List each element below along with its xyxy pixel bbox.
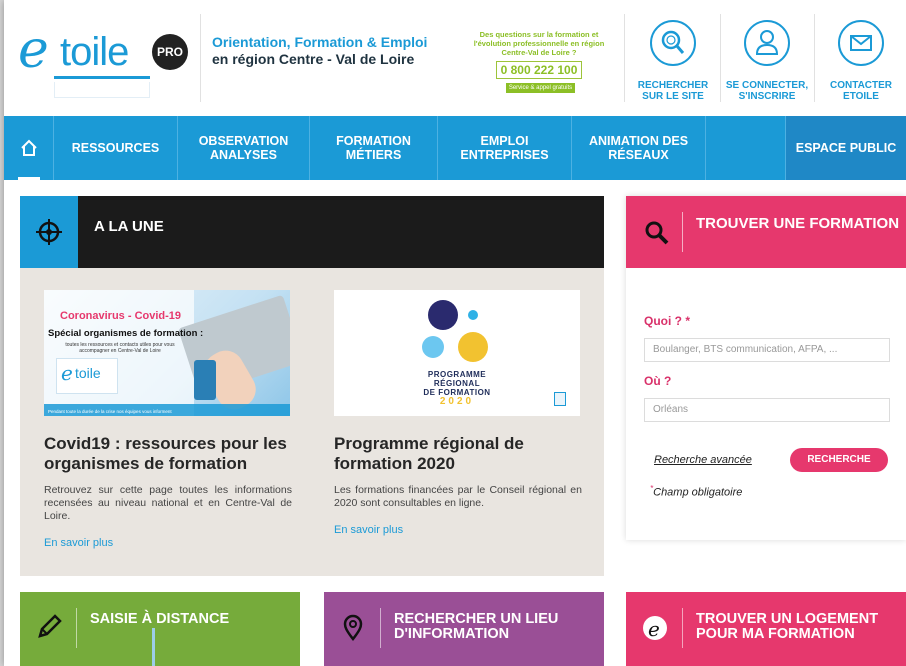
ou-label: Où ?	[644, 374, 672, 388]
login-register-label: SE CONNECTER, S'INSCRIRE	[725, 80, 809, 102]
tile-divider	[380, 608, 381, 648]
etoile-e-icon: e	[643, 616, 667, 641]
tile-saisie-distance[interactable]: SAISIE À DISTANCE	[20, 592, 300, 666]
tile-logement[interactable]: e TROUVER UN LOGEMENT POUR MA FORMATION	[626, 592, 906, 666]
site-header: e toile PRO Orientation, Formation & Emp…	[4, 0, 906, 116]
tagline-line1: Orientation, Formation & Emploi	[212, 34, 428, 50]
advanced-search-link[interactable]: Recherche avancée	[654, 454, 752, 466]
hotline-question: Des questions sur la formation et l'évol…	[473, 30, 605, 57]
hotline-block: Des questions sur la formation et l'évol…	[464, 30, 614, 97]
covid-thumb-logo: e toile	[56, 358, 118, 394]
svg-text:e: e	[648, 617, 660, 641]
covid-thumbnail[interactable]: Coronavirus - Covid-19 Spécial organisme…	[44, 290, 290, 416]
home-icon	[20, 139, 37, 156]
site-tagline: Orientation, Formation & Emploi en régio…	[212, 34, 457, 68]
trouver-formation-panel: TROUVER UNE FORMATION Quoi ? * Boulanger…	[626, 196, 906, 540]
login-register-button[interactable]: SE CONNECTER, S'INSCRIRE	[722, 14, 812, 110]
nav-ressources[interactable]: RESSOURCES	[54, 116, 178, 180]
mandatory-note: *Champ obligatoire	[650, 484, 742, 499]
news-card-covid: Coronavirus - Covid-19 Spécial organisme…	[44, 290, 292, 549]
trouver-formation-header: TROUVER UNE FORMATION	[626, 196, 906, 268]
search-site-button[interactable]: RECHERCHER SUR LE SITE	[628, 14, 718, 110]
header-divider	[814, 14, 815, 102]
logo-underline	[54, 76, 150, 79]
required-mark: *	[685, 314, 691, 328]
nav-formation[interactable]: FORMATION MÉTIERS	[310, 116, 438, 180]
covid-thumb-small: toutes les ressources et contacts utiles…	[65, 342, 175, 354]
page: e toile PRO Orientation, Formation & Emp…	[4, 0, 906, 666]
location-pin-icon	[343, 614, 363, 642]
tile-lieu-title: RECHERCHER UN LIEU D'INFORMATION	[394, 611, 559, 642]
contact-label: CONTACTER ETOILE	[829, 80, 893, 102]
region-logo	[554, 392, 566, 406]
a-la-une-title: A LA UNE	[94, 218, 164, 235]
nav-home[interactable]	[4, 116, 54, 180]
mandatory-note-text: Champ obligatoire	[653, 486, 743, 499]
tile-logement-title: TROUVER UN LOGEMENT POUR MA FORMATION	[696, 611, 879, 642]
programme-read-more-link[interactable]: En savoir plus	[334, 524, 582, 536]
mail-icon	[838, 20, 884, 66]
ou-input[interactable]: Orléans	[644, 398, 890, 422]
pencil-icon	[38, 614, 62, 638]
search-icon	[650, 20, 696, 66]
programme-thumb-line2: RÉGIONAL	[433, 379, 481, 388]
a-la-une-section: A LA UNE Coronavirus - Covid-19 Spécial …	[20, 196, 604, 576]
etoile-pro-logo[interactable]: e toile PRO	[14, 20, 189, 98]
logo-pro-badge: PRO	[152, 34, 188, 70]
nav-observation[interactable]: OBSERVATION ANALYSES	[178, 116, 310, 180]
scroll-cursor-line	[152, 628, 155, 666]
covid-thumb-title: Coronavirus - Covid-19	[60, 310, 182, 322]
logo-letter: e	[18, 20, 49, 80]
covid-thumb-sub: Spécial organismes de formation :	[48, 328, 204, 339]
covid-read-more-link[interactable]: En savoir plus	[44, 537, 292, 549]
news-card-programme: PROGRAMME RÉGIONAL DE FORMATION 2020 Pro…	[334, 290, 582, 536]
quoi-input[interactable]: Boulanger, BTS communication, AFPA, ...	[644, 338, 890, 362]
header-divider	[624, 14, 625, 102]
hotline-number[interactable]: 0 800 222 100	[495, 61, 583, 79]
nav-espace-public[interactable]: ESPACE PUBLIC	[786, 116, 906, 180]
programme-card-title[interactable]: Programme régional de formation 2020	[334, 434, 582, 474]
covid-card-title[interactable]: Covid19 : ressources pour les organismes…	[44, 434, 292, 474]
trouver-formation-title: TROUVER UNE FORMATION	[696, 215, 900, 232]
quoi-label-text: Quoi ?	[644, 314, 682, 328]
tagline-line2: en région Centre - Val de Loire	[212, 51, 415, 67]
header-divider	[200, 14, 201, 102]
hotline-badge: Service & appel gratuits	[505, 82, 576, 93]
programme-card-text: Les formations financées par le Conseil …	[334, 484, 582, 509]
tile-divider	[682, 608, 683, 648]
quoi-label: Quoi ? *	[644, 314, 690, 328]
nav-animation[interactable]: ANIMATION DES RÉSEAUX	[572, 116, 706, 180]
main-nav: RESSOURCES OBSERVATION ANALYSES FORMATIO…	[4, 116, 906, 180]
a-la-une-header: A LA UNE	[20, 196, 604, 268]
logo-word: toile	[60, 30, 129, 74]
tile-divider	[76, 608, 77, 648]
programme-thumb-year: 2020	[439, 396, 475, 407]
user-icon	[744, 20, 790, 66]
programme-thumbnail[interactable]: PROGRAMME RÉGIONAL DE FORMATION 2020	[334, 290, 580, 416]
search-submit-button[interactable]: RECHERCHE	[790, 448, 888, 472]
programme-thumb-line1: PROGRAMME	[427, 370, 487, 379]
target-icon	[20, 196, 78, 268]
search-site-label: RECHERCHER SUR LE SITE	[637, 80, 709, 102]
magnifier-icon	[645, 221, 669, 245]
tile-lieu-information[interactable]: RECHERCHER UN LIEU D'INFORMATION	[324, 592, 604, 666]
nav-emploi[interactable]: EMPLOI ENTREPRISES	[438, 116, 572, 180]
contact-button[interactable]: CONTACTER ETOILE	[816, 14, 906, 110]
nav-spacer	[706, 116, 786, 180]
logo-reflection	[54, 82, 150, 98]
covid-card-text: Retrouvez sur cette page toutes les info…	[44, 484, 292, 522]
tile-saisie-title: SAISIE À DISTANCE	[90, 611, 230, 627]
header-divider	[720, 14, 721, 102]
covid-thumb-footer: Pendant toute la durée de la crise nos é…	[48, 409, 172, 414]
header-divider	[682, 212, 683, 252]
